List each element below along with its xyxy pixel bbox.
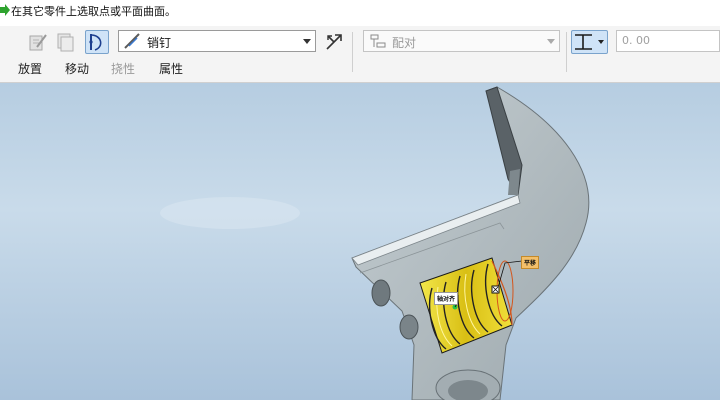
- wrench-model: [160, 86, 590, 400]
- annotation-axis-align[interactable]: 轴对齐: [434, 292, 459, 305]
- toolbar-separator: [352, 32, 353, 72]
- constraint-display-button[interactable]: [85, 30, 109, 54]
- toolbar-separator: [566, 32, 567, 72]
- edit-icon-button[interactable]: [26, 30, 50, 54]
- constraint-type-combo[interactable]: 配对: [363, 30, 560, 52]
- chevron-down-icon: [303, 39, 311, 44]
- constraint-display-icon: [89, 34, 102, 51]
- tab-properties[interactable]: 属性: [159, 60, 183, 77]
- offset-value-text: 0. 00: [622, 34, 650, 47]
- constraint-type-value: 配对: [392, 36, 417, 50]
- connection-type-value: 销钉: [147, 36, 172, 50]
- tab-placement[interactable]: 放置: [18, 60, 42, 77]
- pin-icon: [124, 33, 140, 49]
- flip-icon: [326, 34, 342, 50]
- copy-icon: [57, 33, 74, 52]
- mate-icon: [370, 34, 386, 48]
- model-viewport[interactable]: 轴对齐 平移: [0, 83, 720, 400]
- hole-left: [371, 279, 391, 307]
- message-text: 在其它零件上选取点或平面曲面。: [11, 5, 176, 18]
- flip-button[interactable]: [322, 30, 346, 54]
- message-bar: 在其它零件上选取点或平面曲面。: [0, 0, 720, 26]
- chevron-down-icon: [547, 39, 555, 44]
- chevron-down-icon: [598, 40, 604, 44]
- wrench-jaw: [351, 86, 590, 400]
- tab-flexibility[interactable]: 挠性: [111, 60, 135, 77]
- connection-type-combo[interactable]: 销钉: [118, 30, 316, 52]
- copy-icon-button[interactable]: [53, 30, 77, 54]
- annotation-translate[interactable]: 平移: [521, 256, 540, 269]
- offset-mode-button[interactable]: [571, 30, 608, 54]
- hole-right: [399, 314, 419, 340]
- edit-icon: [29, 34, 47, 51]
- background-glare: [160, 197, 300, 229]
- coincident-icon: [575, 34, 592, 50]
- green-arrow-icon: [0, 4, 10, 16]
- assembly-dashboard: 销钉 配对 0. 00 放置 移动 挠性 属性: [0, 26, 720, 83]
- tab-move[interactable]: 移动: [65, 60, 89, 77]
- offset-value-input[interactable]: 0. 00: [616, 30, 720, 52]
